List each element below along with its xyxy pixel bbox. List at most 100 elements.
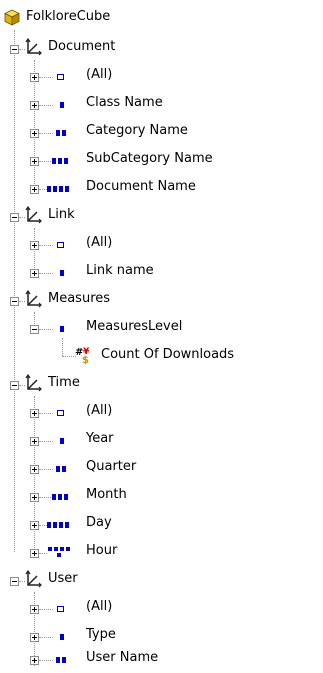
level-label: Category Name: [86, 123, 188, 138]
expand-toggle[interactable]: [30, 269, 39, 278]
tree-node-level[interactable]: Class Name: [0, 90, 323, 118]
expand-toggle[interactable]: [30, 437, 39, 446]
level-icon: [47, 186, 69, 192]
dimension-axes-icon: [25, 290, 42, 308]
tree-node-level[interactable]: User Name: [0, 645, 323, 673]
tree-node-level[interactable]: Year: [0, 426, 323, 454]
tree-line: [62, 356, 76, 357]
expand-toggle[interactable]: [30, 521, 39, 530]
tree-line: [39, 497, 51, 498]
dimension-axes-icon: [25, 38, 42, 56]
dimension-label: Measures: [48, 291, 111, 306]
tree-node-level[interactable]: Month: [0, 482, 323, 510]
level-label: User Name: [86, 650, 159, 665]
level-label: Type: [86, 627, 116, 642]
dimension-axes-icon: [25, 570, 42, 588]
tree-node-dimension-time[interactable]: Time: [0, 370, 323, 398]
tree-node-dimension-measures[interactable]: Measures: [0, 286, 323, 314]
expand-toggle[interactable]: [30, 241, 39, 250]
tree-node-level[interactable]: Link name: [0, 258, 323, 286]
tree-node-level[interactable]: Category Name: [0, 118, 323, 146]
level-icon: [56, 130, 66, 136]
tree-node-level[interactable]: Hour: [0, 538, 323, 566]
expand-toggle[interactable]: [30, 549, 39, 558]
svg-text:$: $: [82, 355, 89, 365]
level-label: (All): [86, 67, 113, 82]
level-icon: [60, 326, 64, 332]
level-icon: [60, 634, 64, 640]
collapse-toggle[interactable]: [10, 213, 19, 222]
collapse-toggle[interactable]: [10, 577, 19, 586]
level-icon: [47, 522, 69, 528]
dimension-label: Time: [48, 375, 80, 390]
tree-line: [39, 525, 47, 526]
tree-node-level[interactable]: (All): [0, 62, 323, 90]
expand-toggle[interactable]: [30, 409, 39, 418]
level-icon: [48, 547, 70, 557]
level-icon: [56, 466, 66, 472]
cube-icon: [4, 9, 20, 26]
expand-toggle[interactable]: [30, 101, 39, 110]
expand-toggle[interactable]: [30, 656, 39, 665]
tree-line: [39, 441, 53, 442]
level-icon: [60, 270, 64, 276]
tree-node-level[interactable]: Quarter: [0, 454, 323, 482]
level-label: Class Name: [86, 95, 163, 110]
tree-node-dimension-document[interactable]: Document: [0, 34, 323, 62]
level-icon: [60, 102, 64, 108]
expand-toggle[interactable]: [30, 605, 39, 614]
cube-tree: FolkloreCube Document (All) Class Name C…: [0, 0, 323, 673]
level-label: Document Name: [86, 179, 196, 194]
collapse-toggle[interactable]: [10, 381, 19, 390]
tree-node-level[interactable]: Day: [0, 510, 323, 538]
tree-node-level[interactable]: MeasuresLevel: [0, 314, 323, 342]
expand-toggle[interactable]: [30, 493, 39, 502]
tree-node-cube[interactable]: FolkloreCube: [0, 4, 323, 32]
tree-line: [39, 609, 53, 610]
tree-line: [39, 637, 53, 638]
tree-node-level[interactable]: (All): [0, 594, 323, 622]
expand-toggle[interactable]: [30, 129, 39, 138]
expand-toggle[interactable]: [30, 633, 39, 642]
expand-toggle[interactable]: [30, 465, 39, 474]
tree-node-level[interactable]: Document Name: [0, 174, 323, 202]
cube-label: FolkloreCube: [26, 9, 111, 24]
level-label: (All): [86, 599, 113, 614]
tree-line: [39, 660, 53, 661]
level-icon: [60, 438, 64, 444]
tree-node-level[interactable]: (All): [0, 398, 323, 426]
tree-node-level[interactable]: SubCategory Name: [0, 146, 323, 174]
tree-line: [39, 105, 53, 106]
level-icon: [57, 410, 64, 416]
level-icon: [57, 242, 64, 248]
tree-line: [39, 77, 53, 78]
expand-toggle[interactable]: [30, 185, 39, 194]
level-label: Link name: [86, 263, 154, 278]
tree-node-measure[interactable]: # ¥ $ Count Of Downloads: [0, 342, 323, 370]
tree-node-level[interactable]: (All): [0, 230, 323, 258]
dimension-label: Link: [48, 207, 75, 222]
tree-line: [39, 469, 53, 470]
dimension-axes-icon: [25, 374, 42, 392]
level-label: MeasuresLevel: [86, 319, 183, 334]
tree-line: [39, 245, 53, 246]
measure-label: Count Of Downloads: [101, 347, 235, 362]
level-label: Year: [86, 431, 114, 446]
tree-line: [39, 413, 53, 414]
expand-toggle[interactable]: [30, 73, 39, 82]
tree-line: [39, 133, 53, 134]
tree-line: [39, 553, 47, 554]
expand-toggle[interactable]: [30, 157, 39, 166]
dimension-label: User: [48, 571, 78, 586]
collapse-toggle[interactable]: [10, 45, 19, 54]
tree-line: [39, 189, 47, 190]
level-label: Quarter: [86, 459, 137, 474]
collapse-toggle[interactable]: [30, 325, 39, 334]
tree-node-dimension-user[interactable]: User: [0, 566, 323, 594]
level-icon: [57, 74, 64, 80]
dimension-label: Document: [48, 39, 116, 54]
collapse-toggle[interactable]: [10, 297, 19, 306]
dimension-axes-icon: [25, 206, 42, 224]
tree-line: [39, 329, 53, 330]
tree-node-dimension-link[interactable]: Link: [0, 202, 323, 230]
